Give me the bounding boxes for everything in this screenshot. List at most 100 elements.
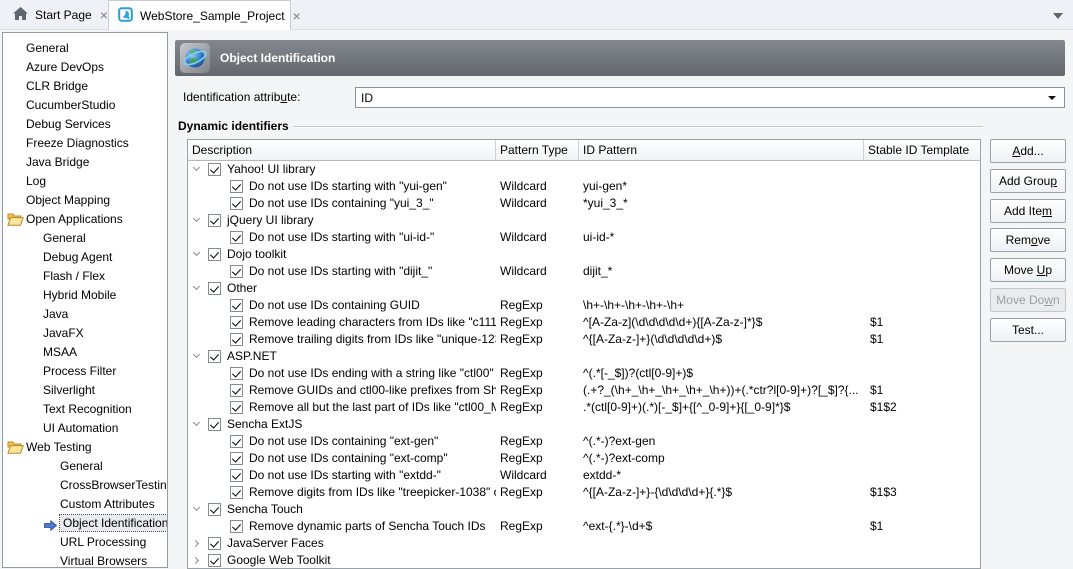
row-checkbox[interactable] bbox=[230, 486, 243, 499]
remove-button[interactable]: Remove bbox=[990, 228, 1066, 252]
sidebar-item-general[interactable]: General bbox=[3, 39, 167, 58]
table-row[interactable]: JavaServer Faces bbox=[188, 535, 980, 552]
collapse-chevron-icon[interactable] bbox=[193, 164, 200, 171]
table-row[interactable]: Do not use IDs starting with "extdd-"Wil… bbox=[188, 467, 980, 484]
sidebar-item-text-recognition[interactable]: Text Recognition bbox=[3, 400, 167, 419]
table-row[interactable]: Dojo toolkit bbox=[188, 246, 980, 263]
table-row[interactable]: Do not use IDs starting with "dijit_"Wil… bbox=[188, 263, 980, 280]
sidebar-item-debug-services[interactable]: Debug Services bbox=[3, 115, 167, 134]
column-header-description[interactable]: Description bbox=[188, 140, 496, 160]
table-row[interactable]: Do not use IDs containing GUIDRegExp\h+-… bbox=[188, 297, 980, 314]
sidebar-item-url-processing[interactable]: URL Processing bbox=[3, 533, 167, 552]
row-checkbox[interactable] bbox=[208, 214, 221, 227]
sidebar-item-java-bridge[interactable]: Java Bridge bbox=[3, 153, 167, 172]
table-row[interactable]: Remove leading characters from IDs like … bbox=[188, 314, 980, 331]
sidebar-item-clr-bridge[interactable]: CLR Bridge bbox=[3, 77, 167, 96]
row-checkbox[interactable] bbox=[230, 469, 243, 482]
row-checkbox[interactable] bbox=[230, 520, 243, 533]
row-checkbox[interactable] bbox=[230, 231, 243, 244]
table-row[interactable]: jQuery UI library bbox=[188, 212, 980, 229]
sidebar-item-open-applications[interactable]: Open Applications bbox=[3, 210, 167, 229]
sidebar-item-debug-agent[interactable]: Debug Agent bbox=[3, 248, 167, 267]
row-checkbox[interactable] bbox=[208, 163, 221, 176]
row-checkbox[interactable] bbox=[230, 299, 243, 312]
table-row[interactable]: Remove dynamic parts of Sencha Touch IDs… bbox=[188, 518, 980, 535]
row-checkbox[interactable] bbox=[230, 384, 243, 397]
row-checkbox[interactable] bbox=[230, 435, 243, 448]
sidebar-item-virtual-browsers[interactable]: Virtual Browsers bbox=[3, 552, 167, 568]
sidebar-item-log[interactable]: Log bbox=[3, 172, 167, 191]
sidebar-item-freeze-diagnostics[interactable]: Freeze Diagnostics bbox=[3, 134, 167, 153]
sidebar-item-process-filter[interactable]: Process Filter bbox=[3, 362, 167, 381]
sidebar-item-silverlight[interactable]: Silverlight bbox=[3, 381, 167, 400]
table-row[interactable]: Sencha Touch bbox=[188, 501, 980, 518]
row-checkbox[interactable] bbox=[230, 452, 243, 465]
table-row[interactable]: Remove digits from IDs like "treepicker-… bbox=[188, 484, 980, 501]
row-checkbox[interactable] bbox=[208, 350, 221, 363]
column-header-id-pattern[interactable]: ID Pattern bbox=[579, 140, 864, 160]
collapse-chevron-icon[interactable] bbox=[193, 283, 200, 290]
test-button[interactable]: Test... bbox=[990, 318, 1066, 342]
table-row[interactable]: Do not use IDs containing "ext-comp"RegE… bbox=[188, 450, 980, 467]
tab-list-chevron-down-icon[interactable] bbox=[1053, 13, 1063, 19]
sidebar-item-msaa[interactable]: MSAA bbox=[3, 343, 167, 362]
identification-attribute-select[interactable]: ID bbox=[355, 87, 1065, 108]
sidebar-item-java[interactable]: Java bbox=[3, 305, 167, 324]
sidebar-item-azure-devops[interactable]: Azure DevOps bbox=[3, 58, 167, 77]
row-checkbox[interactable] bbox=[208, 554, 221, 567]
sidebar-item-object-mapping[interactable]: Object Mapping bbox=[3, 191, 167, 210]
table-row[interactable]: Yahoo! UI library bbox=[188, 161, 980, 178]
add-group-button[interactable]: Add Group bbox=[990, 169, 1066, 193]
add-item-button[interactable]: Add Item bbox=[990, 199, 1066, 223]
table-row[interactable]: Do not use IDs ending with a string like… bbox=[188, 365, 980, 382]
row-checkbox[interactable] bbox=[208, 503, 221, 516]
table-row[interactable]: Do not use IDs containing "yui_3_"Wildca… bbox=[188, 195, 980, 212]
tab-webstore-sample-project[interactable]: WebStore_Sample_Project × bbox=[108, 0, 291, 30]
table-row[interactable]: Do not use IDs starting with "ui-id-"Wil… bbox=[188, 229, 980, 246]
sidebar-item-cucumberstudio[interactable]: CucumberStudio bbox=[3, 96, 167, 115]
table-row[interactable]: Sencha ExtJS bbox=[188, 416, 980, 433]
add-button[interactable]: Add... bbox=[990, 139, 1066, 163]
sidebar-item-general[interactable]: General bbox=[3, 457, 167, 476]
row-checkbox[interactable] bbox=[230, 265, 243, 278]
table-row[interactable]: Other bbox=[188, 280, 980, 297]
row-checkbox[interactable] bbox=[230, 401, 243, 414]
table-row[interactable]: Do not use IDs starting with "yui-gen"Wi… bbox=[188, 178, 980, 195]
table-row[interactable]: Remove all but the last part of IDs like… bbox=[188, 399, 980, 416]
sidebar-item-custom-attributes[interactable]: Custom Attributes bbox=[3, 495, 167, 514]
row-checkbox[interactable] bbox=[230, 316, 243, 329]
table-row[interactable]: Remove trailing digits from IDs like "un… bbox=[188, 331, 980, 348]
row-checkbox[interactable] bbox=[230, 180, 243, 193]
move-up-button[interactable]: Move Up bbox=[990, 258, 1066, 282]
collapse-chevron-icon[interactable] bbox=[193, 351, 200, 358]
row-checkbox[interactable] bbox=[208, 282, 221, 295]
column-header-stable-id-template[interactable]: Stable ID Template bbox=[864, 140, 980, 160]
sidebar-item-hybrid-mobile[interactable]: Hybrid Mobile bbox=[3, 286, 167, 305]
table-row[interactable]: Google Web Toolkit bbox=[188, 552, 980, 569]
sidebar-item-crossbrowsertesting[interactable]: CrossBrowserTesting bbox=[3, 476, 167, 495]
sidebar-item-object-identification[interactable]: Object Identification bbox=[3, 514, 167, 533]
expand-chevron-icon[interactable] bbox=[192, 540, 199, 547]
chevron-down-icon[interactable] bbox=[1048, 96, 1056, 100]
tab-start-page[interactable]: Start Page × bbox=[4, 0, 108, 30]
column-header-pattern-type[interactable]: Pattern Type bbox=[496, 140, 579, 160]
sidebar-item-ui-automation[interactable]: UI Automation bbox=[3, 419, 167, 438]
collapse-chevron-icon[interactable] bbox=[193, 419, 200, 426]
table-row[interactable]: Remove GUIDs and ctl00-like prefixes fro… bbox=[188, 382, 980, 399]
sidebar-item-javafx[interactable]: JavaFX bbox=[3, 324, 167, 343]
collapse-chevron-icon[interactable] bbox=[193, 215, 200, 222]
row-checkbox[interactable] bbox=[208, 248, 221, 261]
expand-chevron-icon[interactable] bbox=[192, 557, 199, 564]
move-down-button[interactable]: Move Down bbox=[990, 288, 1066, 312]
row-checkbox[interactable] bbox=[208, 418, 221, 431]
row-checkbox[interactable] bbox=[208, 537, 221, 550]
row-checkbox[interactable] bbox=[230, 197, 243, 210]
row-checkbox[interactable] bbox=[230, 333, 243, 346]
close-icon[interactable]: × bbox=[292, 9, 302, 23]
table-row[interactable]: ASP.NET bbox=[188, 348, 980, 365]
collapse-chevron-icon[interactable] bbox=[193, 504, 200, 511]
sidebar-item-general[interactable]: General bbox=[3, 229, 167, 248]
row-checkbox[interactable] bbox=[230, 367, 243, 380]
table-row[interactable]: Do not use IDs containing "ext-gen"RegEx… bbox=[188, 433, 980, 450]
collapse-chevron-icon[interactable] bbox=[193, 249, 200, 256]
